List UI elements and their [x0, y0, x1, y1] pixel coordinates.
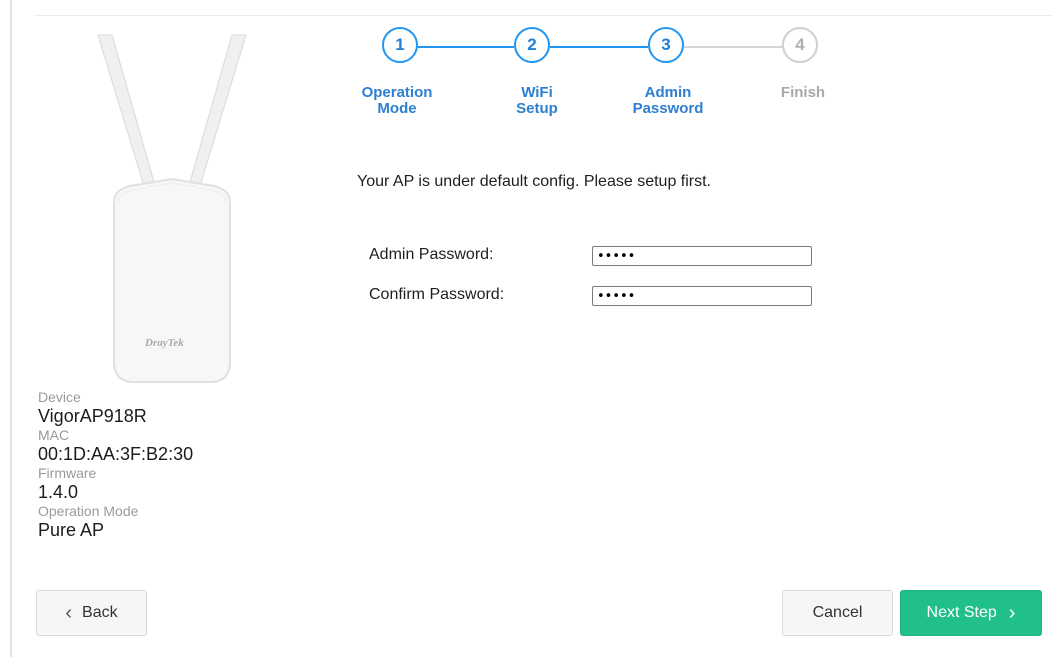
step-connector-3-4 — [684, 46, 782, 48]
firmware-value: 1.4.0 — [38, 482, 79, 502]
wizard-stepper: 1 2 3 4 Operation Mode WiFi Setup Admin … — [350, 26, 850, 136]
step-3-label: Admin Password — [632, 84, 704, 117]
back-button[interactable]: ‹ Back — [36, 590, 147, 636]
step-2-circle: 2 — [514, 27, 550, 63]
confirm-password-input[interactable] — [592, 286, 812, 306]
mac-value: 00:1D:AA:3F:B2:30 — [38, 444, 194, 464]
device-label: Device — [38, 389, 81, 405]
chevron-left-icon: ‹ — [65, 602, 73, 624]
step-4-circle: 4 — [782, 27, 818, 63]
step-3-circle: 3 — [648, 27, 684, 63]
draytek-logo: DrayTek — [145, 337, 184, 349]
intro-text: Your AP is under default config. Please … — [357, 173, 711, 190]
step-1-circle: 1 — [382, 27, 418, 63]
step-1-label: Operation Mode — [361, 84, 433, 117]
cancel-button-label: Cancel — [812, 604, 863, 621]
chevron-right-icon: › — [1008, 602, 1016, 624]
step-2-label: WiFi Setup — [516, 84, 558, 117]
confirm-password-label: Confirm Password: — [369, 286, 505, 303]
left-border — [10, 0, 12, 657]
admin-password-input[interactable] — [592, 246, 812, 266]
cancel-button[interactable]: Cancel — [782, 590, 893, 636]
next-step-button-label: Next Step — [926, 604, 997, 621]
operation-mode-value: Pure AP — [38, 520, 105, 540]
mac-label: MAC — [38, 427, 70, 443]
step-4-label: Finish — [780, 84, 826, 101]
operation-mode-label: Operation Mode — [38, 503, 139, 519]
step-connector-2-3 — [550, 46, 648, 48]
device-value: VigorAP918R — [38, 406, 147, 426]
access-point-device-image — [97, 34, 247, 383]
admin-password-label: Admin Password: — [369, 246, 494, 263]
device-info-panel: Device VigorAP918R MAC 00:1D:AA:3F:B2:30… — [38, 388, 193, 540]
firmware-label: Firmware — [38, 465, 97, 481]
next-step-button[interactable]: Next Step › — [900, 590, 1042, 636]
step-connector-1-2 — [418, 46, 514, 48]
top-border — [34, 15, 1053, 16]
back-button-label: Back — [82, 604, 118, 621]
